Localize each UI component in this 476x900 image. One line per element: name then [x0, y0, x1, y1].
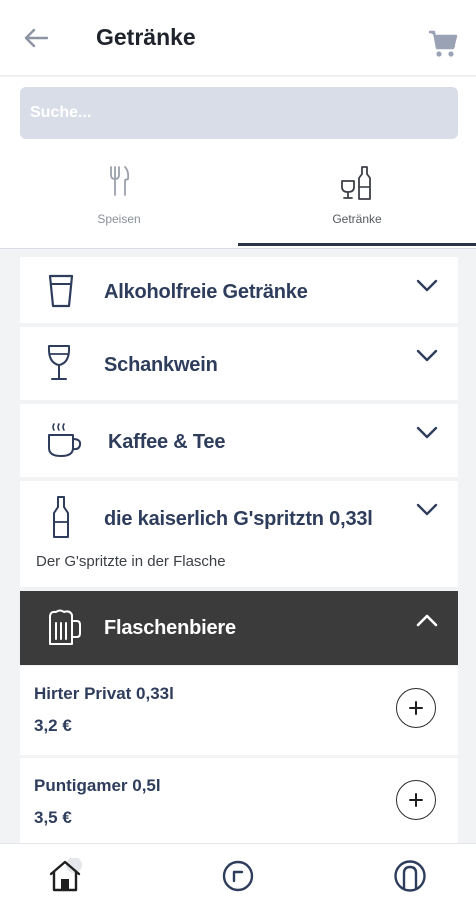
coffee-cup-icon	[48, 423, 82, 457]
product-item: Hirter Privat 0,33l 3,2 €	[20, 665, 458, 755]
account-icon	[394, 860, 426, 892]
app-header: Getränke	[0, 0, 476, 76]
product-price: 3,5 €	[34, 808, 72, 827]
bottom-navigation	[0, 843, 476, 900]
nav-account[interactable]	[390, 856, 430, 896]
back-button[interactable]	[22, 24, 50, 52]
category-label: Kaffee & Tee	[108, 431, 226, 453]
add-to-cart-button[interactable]	[396, 688, 436, 728]
chevron-up-icon	[416, 614, 438, 627]
category-label: Alkoholfreie Getränke	[104, 281, 308, 303]
category-kaiserlich-gspritztn[interactable]: die kaiserlich G'spritztn 0,33l Der G'sp…	[20, 481, 458, 587]
plus-icon	[409, 793, 423, 807]
cart-icon	[429, 30, 458, 57]
product-price: 3,2 €	[34, 716, 72, 735]
product-item: Puntigamer 0,5l 3,5 €	[20, 757, 458, 843]
product-name: Puntigamer 0,5l	[34, 776, 161, 795]
active-tab-indicator	[238, 243, 476, 246]
category-label: die kaiserlich G'spritztn 0,33l	[104, 508, 373, 530]
chevron-down-icon	[416, 349, 438, 362]
cart-button[interactable]	[428, 30, 458, 58]
drinks-icon	[341, 166, 371, 200]
category-kaffee-tee[interactable]: Kaffee & Tee	[20, 404, 458, 477]
search-input[interactable]	[20, 87, 458, 139]
history-icon	[222, 860, 254, 892]
category-schankwein[interactable]: Schankwein	[20, 327, 458, 400]
chevron-down-icon	[416, 279, 438, 292]
category-label: Schankwein	[104, 354, 218, 376]
cutlery-icon	[110, 166, 130, 196]
chevron-down-icon	[416, 426, 438, 439]
back-arrow-icon	[24, 28, 49, 48]
tab-speisen[interactable]: Speisen	[0, 151, 238, 249]
page-title: Getränke	[96, 24, 196, 50]
category-label: Flaschenbiere	[104, 617, 236, 639]
beer-mug-icon	[49, 609, 81, 645]
home-icon	[49, 858, 82, 892]
tab-label-getraenke: Getränke	[332, 212, 382, 226]
category-alkoholfreie-getraenke[interactable]: Alkoholfreie Getränke	[20, 257, 458, 323]
nav-home[interactable]	[46, 856, 86, 896]
product-name: Hirter Privat 0,33l	[34, 684, 174, 703]
menu-list: Alkoholfreie Getränke Schankwein Kaffee …	[0, 249, 476, 843]
add-to-cart-button[interactable]	[396, 780, 436, 820]
tab-bar: Speisen Getränke	[0, 151, 476, 249]
plus-icon	[409, 701, 423, 715]
bottle-icon	[53, 496, 69, 538]
nav-history[interactable]	[218, 856, 258, 896]
glass-icon	[48, 274, 74, 308]
chevron-down-icon	[416, 503, 438, 516]
category-flaschenbiere[interactable]: Flaschenbiere	[20, 591, 458, 665]
tab-getraenke[interactable]: Getränke	[238, 151, 476, 249]
wine-glass-icon	[47, 345, 71, 380]
category-subtitle: Der G'spritzte in der Flasche	[36, 553, 226, 570]
tab-label-speisen: Speisen	[97, 212, 141, 226]
search-bar	[0, 77, 476, 151]
